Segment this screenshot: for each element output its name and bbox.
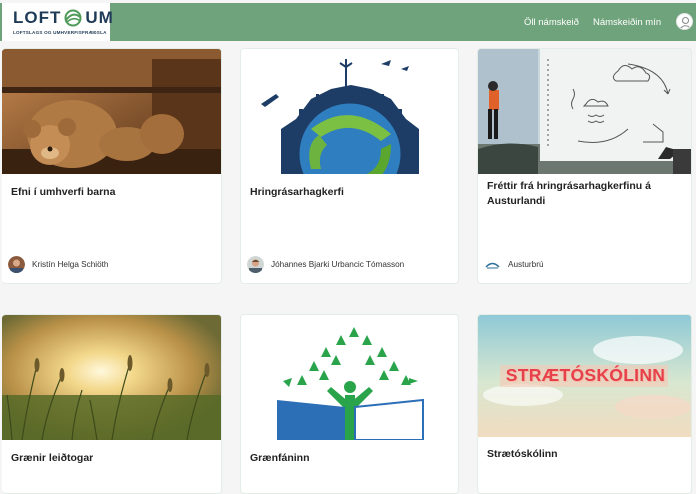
course-image-text: STRÆTÓSKÓLINN — [505, 365, 666, 385]
course-author: Jóhannes Bjarki Urbancic Tómasson — [247, 256, 404, 273]
site-logo[interactable]: LOFT UM LOFTSLAGS OG UMHVERFISFRÆÐSLA — [2, 3, 114, 41]
leaf-swirl-icon — [62, 9, 84, 27]
logo-wordmark: LOFT UM — [13, 8, 114, 27]
course-card[interactable]: Hringrásarhagkerfi Jóhannes Bjarki Urban… — [240, 48, 459, 284]
course-title[interactable]: Grænir leiðtogar — [11, 451, 93, 466]
austurbru-logo-icon — [484, 256, 501, 273]
course-image-teddy-bear — [2, 49, 221, 174]
course-title[interactable]: Efni í umhverfi barna — [11, 185, 115, 200]
course-author: Austurbrú — [484, 256, 544, 273]
course-title[interactable]: Strætóskólinn — [487, 447, 558, 462]
course-card[interactable]: Efni í umhverfi barna Kristín Helga Schi… — [2, 48, 222, 284]
course-author: Kristín Helga Schiöth — [8, 256, 108, 273]
course-title[interactable]: Hringrásarhagkerfi — [250, 185, 344, 200]
course-image-grass-sunset — [2, 315, 221, 440]
user-icon[interactable] — [676, 13, 693, 30]
course-title[interactable]: Grænfáninn — [250, 451, 310, 466]
course-card[interactable]: Fréttir frá hringrásarhagkerfinu á Austu… — [477, 48, 692, 284]
author-avatar — [8, 256, 25, 273]
course-title[interactable]: Fréttir frá hringrásarhagkerfinu á Austu… — [487, 179, 677, 209]
author-name: Austurbrú — [508, 260, 544, 269]
author-name: Kristín Helga Schiöth — [32, 260, 109, 269]
author-name: Jóhannes Bjarki Urbancic Tómasson — [271, 260, 405, 269]
nav-my-courses[interactable]: Námskeiðin mín — [593, 17, 661, 28]
author-avatar — [247, 256, 264, 273]
course-image-coast-sketch — [478, 49, 691, 174]
course-card[interactable]: STRÆTÓSKÓLINN Strætóskólinn — [477, 314, 692, 494]
course-card[interactable]: Grænir leiðtogar — [2, 314, 222, 494]
nav-all-courses[interactable]: Öll námskeið — [524, 17, 579, 28]
course-image-green-flag-tree — [241, 315, 458, 440]
course-image-recycling-globe — [241, 49, 458, 174]
course-card[interactable]: Grænfáninn — [240, 314, 459, 494]
logo-tagline: LOFTSLAGS OG UMHVERFISFRÆÐSLA — [13, 30, 107, 35]
